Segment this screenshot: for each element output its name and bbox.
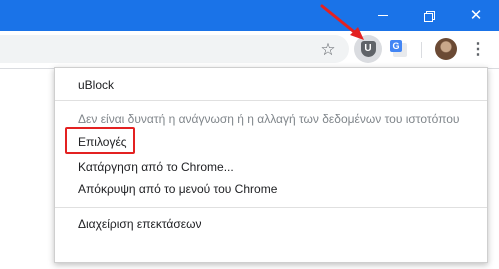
menu-item-remove-from-chrome[interactable]: Κατάργηση από το Chrome... — [55, 156, 487, 178]
toolbar-divider — [421, 42, 422, 58]
menu-divider — [55, 100, 487, 101]
profile-avatar[interactable] — [435, 38, 457, 60]
minimize-icon — [378, 15, 388, 16]
close-icon: ✕ — [469, 7, 483, 24]
menu-item-manage-extensions[interactable]: Διαχείριση επεκτάσεων — [55, 213, 487, 235]
extension-context-menu: uBlock Δεν είναι δυνατή η ανάγνωση ή η α… — [54, 67, 488, 263]
google-translate-extension-button[interactable]: G — [390, 40, 408, 58]
annotation-highlight-box — [65, 127, 135, 154]
menu-item-hide-in-menu[interactable]: Απόκρυψη από το μενού του Chrome — [55, 178, 487, 200]
close-button[interactable]: ✕ — [453, 0, 499, 31]
menu-item-extension-name[interactable]: uBlock — [55, 74, 487, 96]
restore-icon — [424, 10, 435, 22]
browser-window: ✕ ☆ U G ⋮ uBlock Δεν είναι δυνατή η ανάγ… — [0, 0, 499, 269]
chrome-menu-icon[interactable]: ⋮ — [468, 40, 488, 60]
annotation-arrow-icon — [320, 4, 364, 40]
restore-button[interactable] — [406, 0, 452, 31]
title-bar: ✕ — [0, 0, 499, 31]
menu-divider — [55, 207, 487, 208]
translate-icon: G — [390, 40, 402, 52]
browser-toolbar: ☆ U G ⋮ — [0, 31, 499, 69]
address-bar[interactable] — [0, 35, 349, 63]
